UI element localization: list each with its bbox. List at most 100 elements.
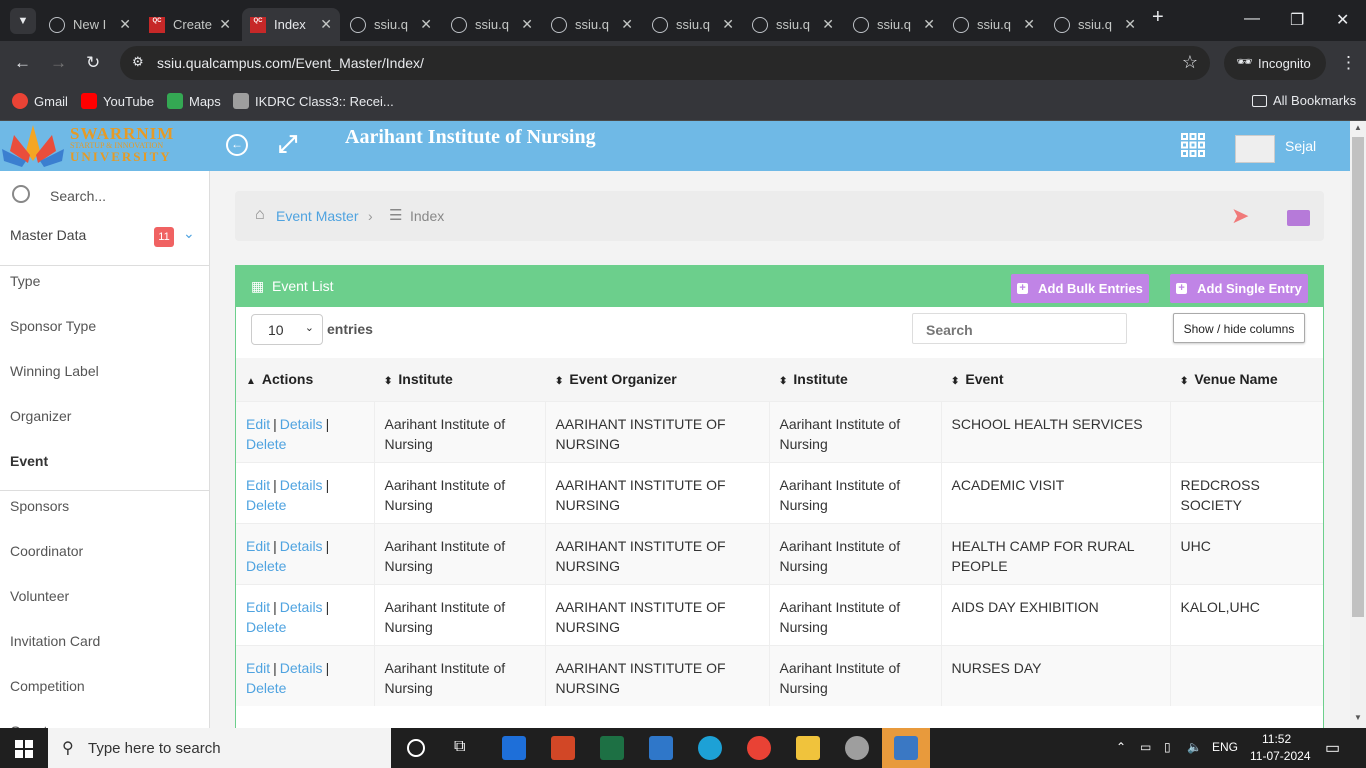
column-header[interactable]: ⬍ Venue Name — [1170, 358, 1323, 401]
task-view-icon[interactable]: ⧉ — [454, 738, 465, 756]
excel-icon[interactable] — [600, 736, 624, 760]
tab-close-icon[interactable]: ✕ — [1023, 16, 1035, 33]
details-link[interactable]: Details — [280, 416, 323, 432]
sidebar-item-event[interactable]: Event — [10, 453, 48, 469]
browser-tab[interactable]: QC Index ✕ — [242, 8, 340, 41]
column-header[interactable]: ⬍ Event — [941, 358, 1170, 401]
fullscreen-icon[interactable]: ⤢ — [278, 131, 297, 159]
browser-tab[interactable]: ssiu.q ✕ — [945, 8, 1043, 41]
tab-close-icon[interactable]: ✕ — [219, 16, 231, 33]
tray-chevron-icon[interactable]: ⌃ — [1116, 740, 1126, 754]
minimize-icon[interactable]: — — [1244, 10, 1260, 28]
sidebar-search-input[interactable]: Search... — [50, 188, 106, 204]
battery-icon[interactable]: ▯ — [1164, 740, 1171, 754]
sidebar-item-organizer[interactable]: Organizer — [10, 408, 71, 424]
back-icon[interactable]: ← — [14, 53, 31, 73]
store-icon[interactable] — [502, 736, 526, 760]
table-search-input[interactable]: Search — [912, 313, 1127, 344]
apps-grid-icon[interactable] — [1181, 133, 1205, 157]
all-bookmarks[interactable]: All Bookmarks — [1252, 93, 1356, 108]
browser-tab[interactable]: ssiu.q ✕ — [543, 8, 641, 41]
bookmark-item[interactable]: IKDRC Class3:: Recei... — [233, 93, 394, 109]
scroll-down-icon[interactable]: ▼ — [1354, 713, 1362, 722]
notification-icon[interactable]: ▭ — [1325, 738, 1340, 758]
menu-kebab-icon[interactable]: ⋮ — [1340, 53, 1357, 73]
file-explorer-icon[interactable] — [796, 736, 820, 760]
sidebar-item-sponsor-type[interactable]: Sponsor Type — [10, 318, 96, 334]
edit-link[interactable]: Edit — [246, 477, 270, 493]
close-window-icon[interactable]: ✕ — [1336, 10, 1349, 30]
column-header[interactable]: ⬍ Institute — [374, 358, 545, 401]
address-bar[interactable]: ⚙ ssiu.qualcampus.com/Event_Master/Index… — [120, 46, 1210, 80]
details-link[interactable]: Details — [280, 538, 323, 554]
tab-close-icon[interactable]: ✕ — [119, 16, 131, 33]
browser-tab[interactable]: ssiu.q ✕ — [1046, 8, 1144, 41]
tab-close-icon[interactable]: ✕ — [822, 16, 834, 33]
details-link[interactable]: Details — [280, 660, 323, 676]
cortana-icon[interactable] — [407, 739, 425, 757]
reload-icon[interactable]: ↻ — [86, 53, 100, 73]
bookmark-item[interactable]: Maps — [167, 93, 221, 109]
site-info-icon[interactable]: ⚙ — [132, 54, 144, 70]
windows-start-icon[interactable] — [15, 740, 33, 758]
mail-icon[interactable] — [1287, 210, 1310, 226]
taskbar-search-input[interactable]: ⚲ Type here to search — [48, 728, 391, 768]
delete-link[interactable]: Delete — [246, 436, 286, 452]
details-link[interactable]: Details — [280, 477, 323, 493]
browser-tab[interactable]: QC Create ✕ — [141, 8, 239, 41]
bookmark-item[interactable]: YouTube — [81, 93, 154, 109]
add-single-entry-button[interactable]: + Add Single Entry — [1170, 274, 1308, 303]
bookmark-star-icon[interactable]: ☆ — [1182, 52, 1198, 73]
scroll-thumb[interactable] — [1352, 137, 1364, 617]
edit-link[interactable]: Edit — [246, 660, 270, 676]
tab-close-icon[interactable]: ✕ — [521, 16, 533, 33]
delete-link[interactable]: Delete — [246, 619, 286, 635]
browser-tab[interactable]: ssiu.q ✕ — [845, 8, 943, 41]
tab-close-icon[interactable]: ✕ — [420, 16, 432, 33]
show-hide-columns-button[interactable]: Show / hide columns — [1173, 313, 1305, 343]
network-icon[interactable]: ▭ — [1140, 740, 1151, 754]
volume-icon[interactable]: 🔈 — [1187, 740, 1202, 754]
delete-link[interactable]: Delete — [246, 680, 286, 696]
sidebar-item-coordinator[interactable]: Coordinator — [10, 543, 83, 559]
browser-tab[interactable]: New I ✕ — [41, 8, 139, 41]
column-header[interactable]: ⬍ Event Organizer — [545, 358, 769, 401]
tab-close-icon[interactable]: ✕ — [1124, 16, 1136, 33]
forward-icon[interactable]: → — [50, 53, 67, 73]
chrome-icon[interactable] — [747, 736, 771, 760]
new-tab-icon[interactable]: + — [1152, 6, 1164, 29]
tab-close-icon[interactable]: ✕ — [722, 16, 734, 33]
edit-link[interactable]: Edit — [246, 599, 270, 615]
sidebar-item-volunteer[interactable]: Volunteer — [10, 588, 69, 604]
browser-tab[interactable]: ssiu.q ✕ — [744, 8, 842, 41]
clock-time[interactable]: 11:52 — [1262, 732, 1291, 746]
url-text[interactable]: ssiu.qualcampus.com/Event_Master/Index/ — [157, 55, 424, 71]
user-name[interactable]: Sejal — [1285, 138, 1316, 154]
incognito-badge[interactable]: 🕶 Incognito — [1224, 46, 1326, 80]
tab-close-icon[interactable]: ✕ — [621, 16, 633, 33]
photos-app-active[interactable] — [882, 728, 930, 768]
language-indicator[interactable]: ENG — [1212, 740, 1238, 754]
sidebar-item-winning-label[interactable]: Winning Label — [10, 363, 99, 379]
avatar[interactable] — [1235, 135, 1275, 163]
tab-close-icon[interactable]: ✕ — [320, 16, 332, 33]
sidebar-item-type[interactable]: Type — [10, 273, 40, 289]
mail-app-icon[interactable] — [649, 736, 673, 760]
add-bulk-entries-button[interactable]: + Add Bulk Entries — [1011, 274, 1149, 303]
chevron-down-icon[interactable]: ⌄ — [183, 225, 195, 242]
settings-icon[interactable] — [845, 736, 869, 760]
sidebar-master-data[interactable]: Master Data — [10, 227, 86, 243]
back-circle-icon[interactable]: ← — [226, 134, 248, 156]
tab-search-icon[interactable]: ▼ — [10, 8, 36, 34]
clock-date[interactable]: 11-07-2024 — [1250, 749, 1311, 763]
maximize-icon[interactable]: ❐ — [1290, 10, 1304, 30]
sidebar-item-sponsors[interactable]: Sponsors — [10, 498, 69, 514]
bookmark-item[interactable]: Gmail — [12, 93, 68, 109]
breadcrumb-home[interactable]: Event Master — [276, 208, 358, 224]
page-scrollbar[interactable]: ▲ ▼ — [1350, 121, 1366, 728]
scroll-up-icon[interactable]: ▲ — [1354, 123, 1362, 132]
page-size-select[interactable]: 10 ⌄ — [251, 314, 323, 345]
sidebar-item-competition[interactable]: Competition — [10, 678, 85, 694]
browser-tab[interactable]: ssiu.q ✕ — [342, 8, 440, 41]
delete-link[interactable]: Delete — [246, 497, 286, 513]
